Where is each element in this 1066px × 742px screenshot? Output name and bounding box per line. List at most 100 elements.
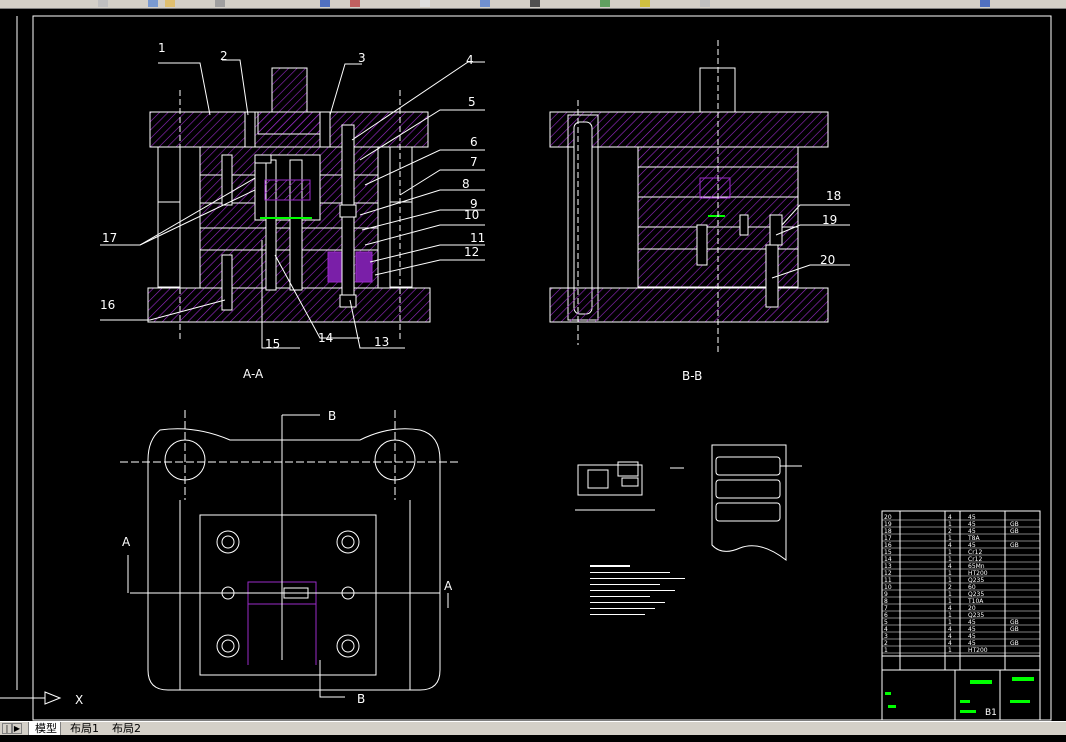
toolbar-button[interactable]	[530, 0, 540, 7]
toolbar-button[interactable]	[700, 0, 710, 7]
bom-cell: GB	[1010, 626, 1019, 633]
bom-cell: 4	[948, 514, 952, 521]
part-number: 10	[464, 208, 479, 222]
bom-cell: 4	[884, 626, 888, 633]
bom-cell: 12	[884, 570, 892, 577]
bom-cell: 45	[968, 514, 976, 521]
title-block-green-marks	[885, 677, 1034, 713]
bom-cell: 2	[948, 528, 952, 535]
bom-cell: 8	[884, 598, 888, 605]
toolbar-button[interactable]	[98, 0, 108, 7]
bom-cell: 15	[884, 549, 892, 556]
bom-cell: 1	[948, 549, 952, 556]
bom-cell: 1	[948, 591, 952, 598]
bom-cell: 5	[884, 619, 888, 626]
bom-rows: 20 4 4519 1 45 GB18 2 45 GB17 1 T8A16 4 45 GB15 1 Cr121…	[882, 514, 1040, 654]
tab-nav-first-button[interactable]: |◀	[2, 723, 12, 742]
toolbar-button[interactable]	[215, 0, 225, 7]
bom-cell: 1	[948, 556, 952, 563]
bom-cell: Q235	[968, 612, 984, 619]
layout-tab-bar: |◀ ▶ 模型 布局1 布局2	[0, 721, 1066, 742]
section-aa-label: A-A	[243, 367, 264, 381]
bom-cell: 17	[884, 535, 892, 542]
bom-cell: 1	[948, 521, 952, 528]
bom-cell: 3	[884, 633, 888, 640]
toolbar-button[interactable]	[350, 0, 360, 7]
part-number: 1	[158, 41, 166, 55]
bom-cell: 13	[884, 563, 892, 570]
bom-cell: 4	[948, 640, 952, 647]
bom-cell: 20	[884, 514, 892, 521]
section-bb-label: B-B	[682, 369, 702, 383]
bom-cell: 45	[968, 626, 976, 633]
toolbar-button[interactable]	[148, 0, 158, 7]
toolbar-button[interactable]	[420, 0, 430, 7]
toolbar-button[interactable]	[980, 0, 990, 7]
toolbar-button[interactable]	[480, 0, 490, 7]
toolbar-button[interactable]	[165, 0, 175, 7]
part-number: 14	[318, 331, 333, 345]
cut-label: A	[444, 579, 453, 593]
bom-cell: 2	[948, 584, 952, 591]
part-number: 4	[466, 53, 474, 67]
tab-layout1[interactable]: 布局1	[64, 722, 102, 735]
bom-cell: 4	[948, 542, 952, 549]
bom-cell: 1	[948, 570, 952, 577]
part-number: 7	[470, 155, 478, 169]
tab-nav-next-button[interactable]: ▶	[12, 723, 22, 734]
part-number: 16	[100, 298, 115, 312]
section-bb-view[interactable]	[549, 40, 829, 355]
bom-cell: 1	[948, 598, 952, 605]
bom-cell: 14	[884, 556, 892, 563]
part-number: 19	[822, 213, 837, 227]
tab-layout2[interactable]: 布局2	[106, 722, 144, 735]
bom-cell: HT200	[968, 647, 988, 654]
bom-cell: 16	[884, 542, 892, 549]
toolbar-button[interactable]	[320, 0, 330, 7]
bom-cell: 45	[968, 521, 976, 528]
bom-cell: 60	[968, 584, 976, 591]
part-number: 5	[468, 95, 476, 109]
part-number: 3	[358, 51, 366, 65]
part-number: 6	[470, 135, 478, 149]
toolbar-button[interactable]	[600, 0, 610, 7]
bom-cell: 1	[948, 535, 952, 542]
bom-cell: 1	[948, 612, 952, 619]
toolbar-button[interactable]	[640, 0, 650, 7]
bom-cell: Q235	[968, 577, 984, 584]
bom-cell: T8A	[967, 535, 980, 542]
part-number: 2	[220, 49, 228, 63]
detail-view-strip[interactable]	[711, 444, 802, 562]
bom-footer-label: B1	[985, 708, 997, 718]
bom-cell: 2	[884, 640, 888, 647]
bom-cell: GB	[1010, 528, 1019, 535]
bom-cell: 7	[884, 605, 888, 612]
part-number: 13	[374, 335, 389, 349]
bom-cell: 45	[968, 542, 976, 549]
part-number: 15	[265, 337, 280, 351]
ucs-icon	[0, 691, 62, 705]
bom-cell: 6	[884, 612, 888, 619]
bom-cell: Q235	[968, 591, 984, 598]
drawing-canvas[interactable]: 1 2 3 4 5 6 7 8 9 10 11 12 13 14 15 16 1…	[0, 9, 1066, 721]
bom-cell: 18	[884, 528, 892, 535]
bom-cell: 65Mn	[968, 563, 985, 570]
top-toolbar-strip	[0, 0, 1066, 9]
plan-view-cut-labels: B B A A	[122, 409, 453, 706]
part-number: 11	[470, 231, 485, 245]
part-number: 20	[820, 253, 835, 267]
bom-cell: GB	[1010, 619, 1019, 626]
section-aa-view[interactable]	[147, 67, 431, 340]
bom-cell: Cr12	[968, 556, 982, 563]
detail-view-part[interactable]	[575, 461, 684, 511]
bom-cell: 1	[948, 577, 952, 584]
bom-cell: 4	[948, 633, 952, 640]
part-number: 12	[464, 245, 479, 259]
bom-cell: 45	[968, 633, 976, 640]
part-number: 17	[102, 231, 117, 245]
technical-notes	[590, 565, 685, 615]
tab-model[interactable]: 模型	[28, 722, 61, 735]
bom-cell: 4	[948, 563, 952, 570]
bom-cell: 45	[968, 619, 976, 626]
plan-view[interactable]	[120, 410, 460, 698]
